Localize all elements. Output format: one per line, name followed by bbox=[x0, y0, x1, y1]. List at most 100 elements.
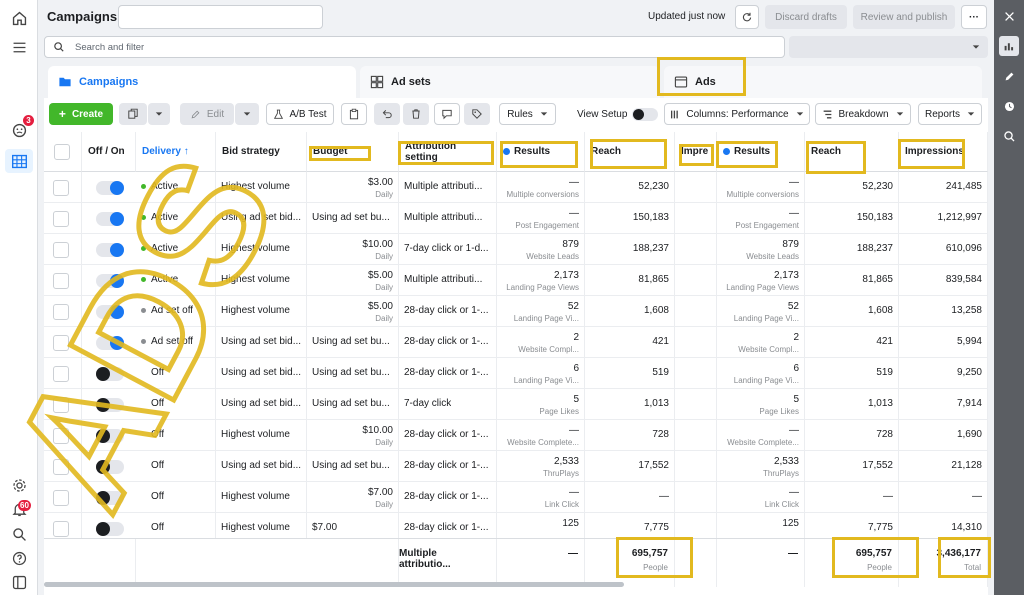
columns-dropdown[interactable]: Columns: Performance bbox=[664, 103, 810, 125]
header-results[interactable]: Results bbox=[497, 132, 585, 172]
duplicate-button[interactable] bbox=[119, 103, 147, 125]
tab-ads[interactable]: Ads bbox=[664, 66, 982, 98]
edit-button[interactable]: Edit bbox=[180, 103, 234, 125]
on-off-toggle[interactable] bbox=[96, 305, 124, 319]
cell-bid: Highest volume bbox=[216, 482, 307, 513]
on-off-toggle[interactable] bbox=[96, 274, 124, 288]
duplicate-dropdown[interactable] bbox=[148, 103, 170, 125]
table-row[interactable]: Active Highest volume $3.00 Daily Multiple a… bbox=[44, 172, 988, 203]
table-row[interactable]: Off Highest volume $7.00 Daily 28-day click … bbox=[44, 482, 988, 513]
table-row[interactable]: Ad set off Highest volume $5.00 Daily 28-day… bbox=[44, 296, 988, 327]
campaigns-table-icon[interactable] bbox=[5, 149, 33, 173]
search-icon[interactable] bbox=[8, 523, 30, 545]
row-checkbox[interactable] bbox=[53, 521, 69, 537]
results-value: 125 bbox=[782, 518, 799, 529]
table-row[interactable]: Active Using ad set bid... Using ad set bu… bbox=[44, 203, 988, 234]
on-off-toggle[interactable] bbox=[96, 212, 124, 226]
cell-bid: Highest volume bbox=[216, 234, 307, 265]
row-checkbox[interactable] bbox=[53, 304, 69, 320]
view-setup-toggle[interactable] bbox=[632, 108, 658, 121]
table-row[interactable]: Ad set off Using ad set bid... Using ad se… bbox=[44, 327, 988, 358]
row-checkbox[interactable] bbox=[53, 242, 69, 258]
row-checkbox[interactable] bbox=[53, 335, 69, 351]
preview-button[interactable] bbox=[434, 103, 460, 125]
on-off-toggle[interactable] bbox=[96, 429, 124, 443]
header-attribution[interactable]: Attribution setting bbox=[399, 132, 497, 172]
tab-ad-sets[interactable]: Ad sets bbox=[360, 66, 660, 98]
header-bid-strategy[interactable]: Bid strategy bbox=[216, 132, 307, 172]
table-row[interactable]: Off Using ad set bid... Using ad set bu...… bbox=[44, 389, 988, 420]
home-icon[interactable] bbox=[8, 7, 30, 29]
on-off-toggle[interactable] bbox=[96, 243, 124, 257]
header-reach[interactable]: Reach bbox=[585, 132, 675, 172]
table-row[interactable]: Active Highest volume $10.00 Daily 7-day cli… bbox=[44, 234, 988, 265]
attribution-value: 28-day click or 1-... bbox=[404, 522, 489, 533]
chart-icon[interactable] bbox=[999, 36, 1019, 56]
row-checkbox[interactable] bbox=[53, 459, 69, 475]
row-checkbox[interactable] bbox=[53, 211, 69, 227]
ad-window-icon bbox=[674, 75, 688, 89]
pencil-icon[interactable] bbox=[999, 66, 1019, 86]
search-filter-bar[interactable]: Search and filter bbox=[44, 36, 785, 58]
help-icon[interactable] bbox=[8, 547, 30, 569]
tag-button[interactable] bbox=[464, 103, 490, 125]
zoom-search-icon[interactable] bbox=[999, 126, 1019, 146]
clipboard-button[interactable] bbox=[341, 103, 367, 125]
header-reach-2[interactable]: Reach bbox=[805, 132, 899, 172]
row-checkbox[interactable] bbox=[53, 428, 69, 444]
row-checkbox[interactable] bbox=[53, 490, 69, 506]
discard-drafts-button[interactable]: Discard drafts bbox=[765, 5, 847, 29]
table-row[interactable]: Off Using ad set bid... Using ad set bu...… bbox=[44, 451, 988, 482]
on-off-toggle[interactable] bbox=[96, 181, 124, 195]
table-row[interactable]: Off Using ad set bid... Using ad set bu...… bbox=[44, 358, 988, 389]
cell-budget: Using ad set bu... bbox=[307, 327, 399, 358]
more-options-button[interactable]: ··· bbox=[961, 5, 987, 29]
breakdown-dropdown[interactable]: Breakdown bbox=[815, 103, 911, 125]
undo-button[interactable] bbox=[374, 103, 400, 125]
results-value: 2,533 bbox=[553, 456, 579, 467]
panel-toggle-icon[interactable] bbox=[8, 571, 30, 593]
header-delivery[interactable]: Delivery ↑ bbox=[136, 132, 216, 172]
on-off-toggle[interactable] bbox=[96, 460, 124, 474]
on-off-toggle[interactable] bbox=[96, 367, 124, 381]
header-impre[interactable]: Impre bbox=[675, 132, 717, 172]
reports-dropdown[interactable]: Reports bbox=[918, 103, 982, 125]
cell-results2: 2 Website Compl... bbox=[717, 327, 805, 358]
delete-button[interactable] bbox=[403, 103, 429, 125]
select-all-checkbox[interactable] bbox=[54, 144, 70, 160]
header-budget[interactable]: Budget bbox=[307, 132, 399, 172]
table-row[interactable]: Active Highest volume $5.00 Daily Multiple a… bbox=[44, 265, 988, 296]
row-checkbox[interactable] bbox=[53, 180, 69, 196]
edit-dropdown[interactable] bbox=[235, 103, 259, 125]
header-select-all[interactable] bbox=[44, 132, 82, 172]
menu-icon[interactable] bbox=[8, 36, 30, 58]
clock-icon[interactable] bbox=[999, 96, 1019, 116]
rules-dropdown[interactable]: Rules bbox=[499, 103, 556, 125]
on-off-toggle[interactable] bbox=[96, 336, 124, 350]
review-publish-button[interactable]: Review and publish bbox=[853, 5, 955, 29]
campaign-name-field[interactable] bbox=[118, 5, 323, 29]
tab-campaigns[interactable]: Campaigns bbox=[48, 66, 356, 98]
date-range-dropdown[interactable] bbox=[789, 36, 988, 58]
row-checkbox[interactable] bbox=[53, 273, 69, 289]
row-checkbox[interactable] bbox=[53, 366, 69, 382]
header-off-on[interactable]: Off / On bbox=[82, 132, 136, 172]
close-icon[interactable] bbox=[999, 6, 1019, 26]
create-button[interactable]: + Create bbox=[49, 103, 113, 125]
row-checkbox[interactable] bbox=[53, 397, 69, 413]
results-type: Page Likes bbox=[539, 407, 579, 416]
on-off-toggle[interactable] bbox=[96, 522, 124, 536]
horizontal-scrollbar[interactable] bbox=[44, 582, 624, 587]
refresh-button[interactable] bbox=[735, 5, 759, 29]
header-results-2[interactable]: Results bbox=[717, 132, 805, 172]
on-off-toggle[interactable] bbox=[96, 398, 124, 412]
status-dot bbox=[141, 338, 146, 344]
on-off-toggle[interactable] bbox=[96, 491, 124, 505]
ab-test-button[interactable]: A/B Test bbox=[266, 103, 334, 125]
budget-sub: Daily bbox=[375, 252, 393, 261]
header-impressions[interactable]: Impressions bbox=[899, 132, 988, 172]
settings-icon[interactable] bbox=[8, 474, 30, 496]
cell-budget: $5.00 Daily bbox=[307, 296, 399, 327]
cell-impressions: 839,584 bbox=[899, 265, 988, 296]
table-row[interactable]: Off Highest volume $10.00 Daily 28-day click… bbox=[44, 420, 988, 451]
